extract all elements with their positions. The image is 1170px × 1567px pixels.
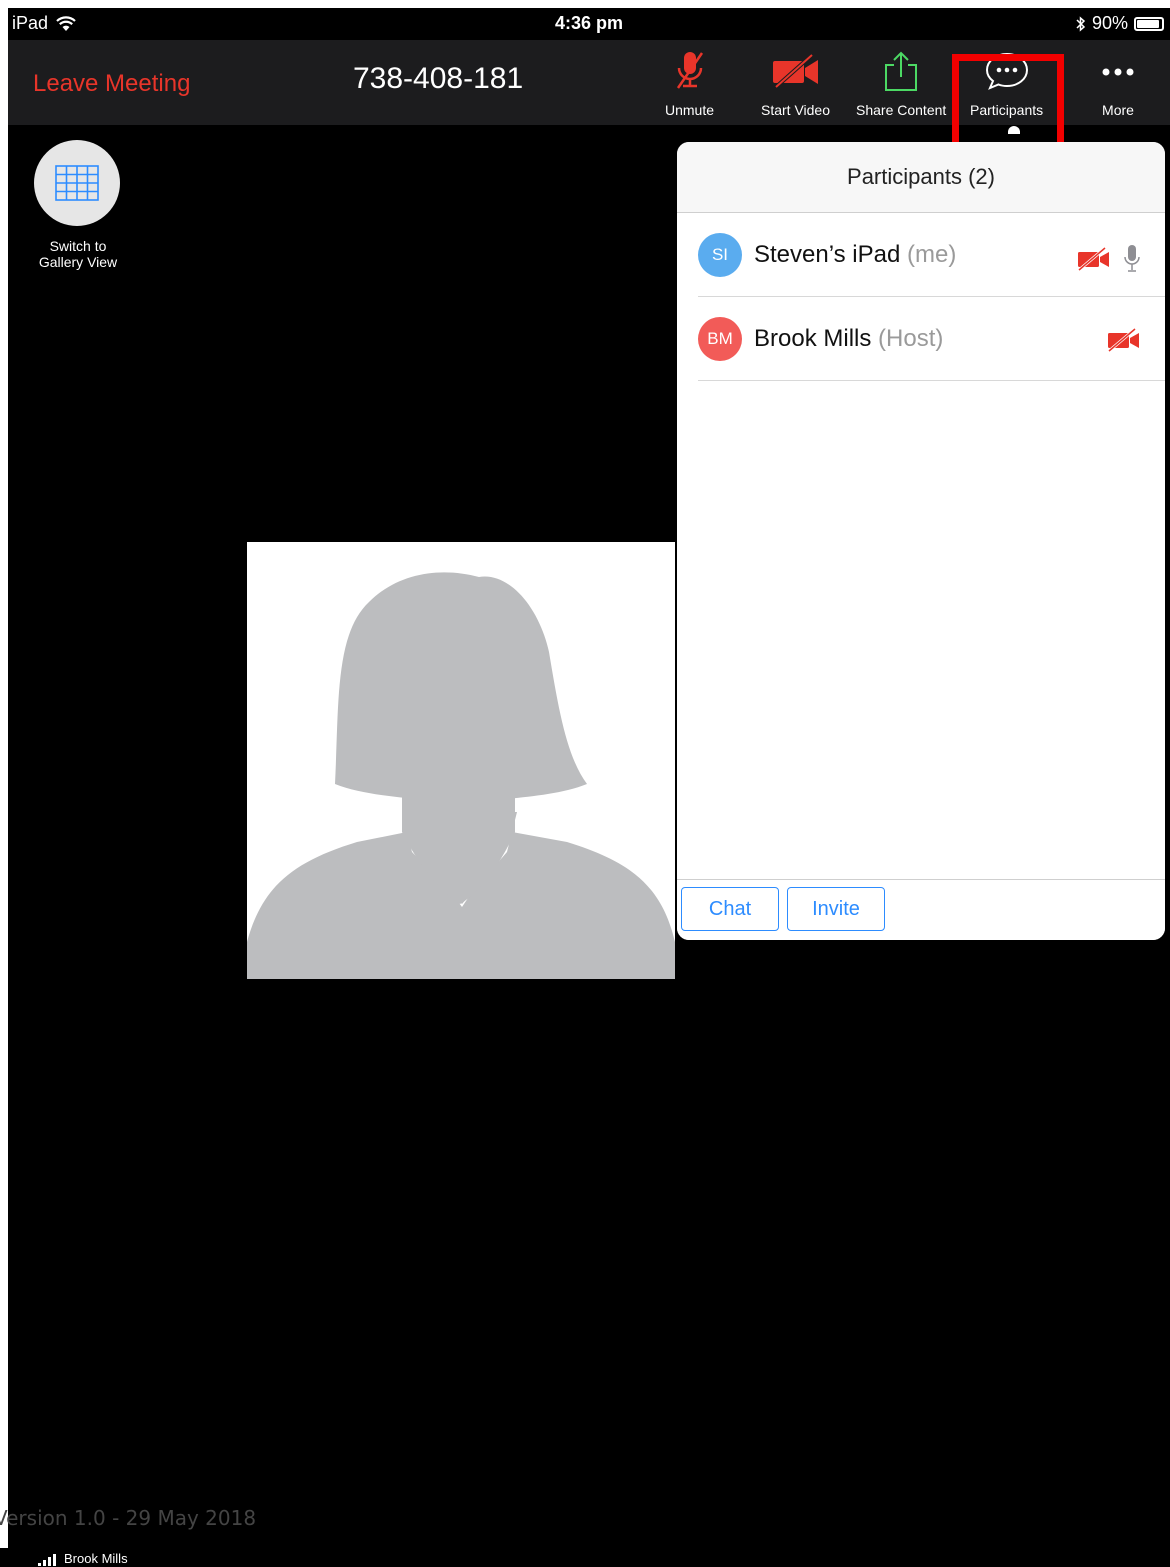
status-time: 4:36 pm xyxy=(554,13,624,33)
status-bar: iPad 4:36 pm 90% xyxy=(8,8,1170,40)
start-video-label: Start Video xyxy=(761,102,831,118)
video-owner-name: Brook Mills xyxy=(64,1551,128,1566)
participants-button[interactable]: Participants xyxy=(970,50,1043,118)
participant-avatar: BM xyxy=(698,317,742,361)
chat-button[interactable]: Chat xyxy=(681,887,779,931)
unmute-button[interactable]: Unmute xyxy=(665,50,714,118)
grid-icon xyxy=(55,165,99,201)
unmute-label: Unmute xyxy=(665,102,715,118)
more-label: More xyxy=(1102,102,1134,118)
participant-name-line: Brook Mills (Host) xyxy=(754,325,943,353)
meeting-id: 738-408-181 xyxy=(353,62,524,95)
chat-bubble-icon xyxy=(985,52,1028,90)
popover-arrow xyxy=(1008,126,1020,134)
share-content-label: Share Content xyxy=(856,102,947,118)
start-video-button[interactable]: Start Video xyxy=(761,50,830,118)
battery-icon xyxy=(1134,16,1164,31)
host-video-placeholder xyxy=(247,542,675,979)
participant-row[interactable]: SI Steven’s iPad (me) xyxy=(698,213,1165,297)
share-content-button[interactable]: Share Content xyxy=(856,50,946,118)
bottom-name-strip xyxy=(0,1548,1170,1567)
meeting-toolbar: Leave Meeting 738-408-181 Unmute Start V… xyxy=(8,40,1170,166)
video-off-icon xyxy=(1078,247,1109,271)
battery-percent: 90% xyxy=(1091,13,1128,33)
switch-gallery-view-button[interactable] xyxy=(34,140,120,226)
signal-bars-icon xyxy=(38,1554,56,1566)
participant-row[interactable]: BM Brook Mills (Host) xyxy=(698,297,1165,381)
participant-status-icons xyxy=(1077,244,1141,274)
participants-label: Participants xyxy=(970,102,1044,118)
bluetooth-icon xyxy=(1076,15,1086,32)
more-button[interactable]: More xyxy=(1101,50,1135,118)
participant-name: Brook Mills xyxy=(754,325,872,352)
document-version-text: Version 1.0 - 29 May 2018 xyxy=(0,1506,257,1530)
participant-role: (me) xyxy=(907,241,957,268)
leave-meeting-button[interactable]: Leave Meeting xyxy=(33,70,190,98)
participant-role: (Host) xyxy=(878,325,944,352)
meeting-screen: iPad 4:36 pm 90% Leave Meeting 738-408-1… xyxy=(8,8,1170,1567)
microphone-icon xyxy=(1124,245,1140,272)
female-avatar-silhouette-icon xyxy=(247,572,675,979)
share-icon xyxy=(885,51,918,91)
participant-status-icons xyxy=(1107,328,1141,352)
participant-name: Steven’s iPad xyxy=(754,241,901,268)
participant-name-line: Steven’s iPad (me) xyxy=(754,241,956,269)
video-off-icon xyxy=(1108,328,1139,352)
participants-panel-footer: Chat Invite xyxy=(677,879,1165,940)
network-indicator: Brook Mills xyxy=(38,1551,128,1566)
gallery-view-label: Switch to Gallery View xyxy=(38,238,118,270)
participant-avatar: SI xyxy=(698,233,742,277)
participants-panel: Participants (2) SI Steven’s iPad (me) B… xyxy=(677,142,1165,940)
participants-title: Participants (2) xyxy=(677,142,1165,213)
more-dots-icon xyxy=(1102,68,1134,76)
invite-button[interactable]: Invite xyxy=(787,887,885,931)
microphone-muted-icon xyxy=(676,52,703,89)
video-off-icon xyxy=(772,53,818,89)
